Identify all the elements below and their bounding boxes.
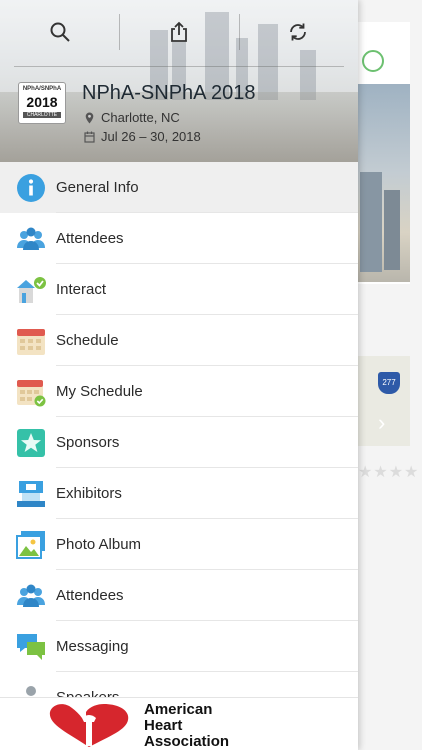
menu-item-label: Exhibitors	[56, 485, 122, 502]
drawer-menu: General Info Attendees Interact Schedule…	[0, 162, 358, 723]
interact-icon	[17, 276, 46, 303]
menu-item-sponsors[interactable]: Sponsors	[0, 417, 358, 468]
menu-item-label: Attendees	[56, 230, 124, 247]
star-icon	[17, 428, 45, 457]
menu-item-interact[interactable]: Interact	[0, 264, 358, 315]
event-location-text: Charlotte, NC	[101, 110, 180, 125]
location-pin-icon	[85, 112, 94, 123]
calendar-icon	[17, 328, 45, 355]
menu-item-exhibitors[interactable]: Exhibitors	[0, 468, 358, 519]
menu-item-photo-album[interactable]: Photo Album	[0, 519, 358, 570]
menu-item-attendees[interactable]: Attendees	[0, 213, 358, 264]
calendar-small-icon	[84, 131, 95, 143]
search-button[interactable]	[0, 0, 119, 64]
refresh-icon	[290, 23, 307, 41]
people-icon	[17, 584, 45, 607]
menu-item-label: Attendees	[56, 587, 124, 604]
share-button[interactable]	[119, 0, 238, 64]
menu-item-label: Interact	[56, 281, 107, 298]
menu-item-messaging[interactable]: Messaging	[0, 621, 358, 672]
people-icon	[17, 227, 45, 250]
menu-item-label: My Schedule	[56, 383, 143, 400]
heart-torch-logo	[49, 704, 129, 747]
header-divider	[14, 66, 344, 67]
refresh-button[interactable]	[238, 0, 358, 64]
chat-icon	[17, 633, 45, 660]
event-location: Charlotte, NC	[84, 110, 180, 125]
booth-icon	[17, 480, 45, 507]
search-icon	[50, 22, 70, 42]
menu-item-schedule[interactable]: Schedule	[0, 315, 358, 366]
drawer-toolbar	[0, 0, 358, 64]
menu-item-label: Schedule	[56, 332, 119, 349]
event-dates-text: Jul 26 – 30, 2018	[101, 129, 201, 144]
background-photo	[358, 84, 410, 282]
rating-stars: ★★★★	[358, 464, 420, 481]
user-icon	[362, 50, 384, 72]
menu-item-label: Sponsors	[56, 434, 120, 451]
menu-item-my-schedule[interactable]: My Schedule	[0, 366, 358, 417]
event-dates: Jul 26 – 30, 2018	[84, 129, 201, 144]
event-title: NPhA-SNPhA 2018	[82, 82, 256, 104]
chevron-right-icon: ›	[378, 410, 386, 435]
event-logo: NPhA/SNPhA 2018 CHARLOTTE	[18, 82, 66, 124]
photo-icon	[16, 530, 45, 559]
menu-item-label: Photo Album	[56, 536, 142, 553]
side-drawer: NPhA/SNPhA 2018 CHARLOTTE NPhA-SNPhA 201…	[0, 0, 358, 750]
calendar-check-icon	[17, 379, 46, 406]
menu-item-attendees-2[interactable]: Attendees	[0, 570, 358, 621]
highway-shield-icon: 277	[378, 372, 400, 394]
background-page: 277 › ★★★★	[358, 0, 422, 750]
sponsor-footer[interactable]: American Heart Association	[0, 697, 358, 750]
menu-item-label: Messaging	[56, 638, 129, 655]
share-icon	[171, 21, 187, 42]
event-header: NPhA/SNPhA 2018 CHARLOTTE NPhA-SNPhA 201…	[0, 0, 358, 162]
sponsor-name: American Heart Association	[144, 701, 230, 750]
menu-item-label: General Info	[56, 179, 139, 196]
info-icon	[17, 173, 45, 202]
menu-item-general-info[interactable]: General Info	[0, 162, 358, 213]
